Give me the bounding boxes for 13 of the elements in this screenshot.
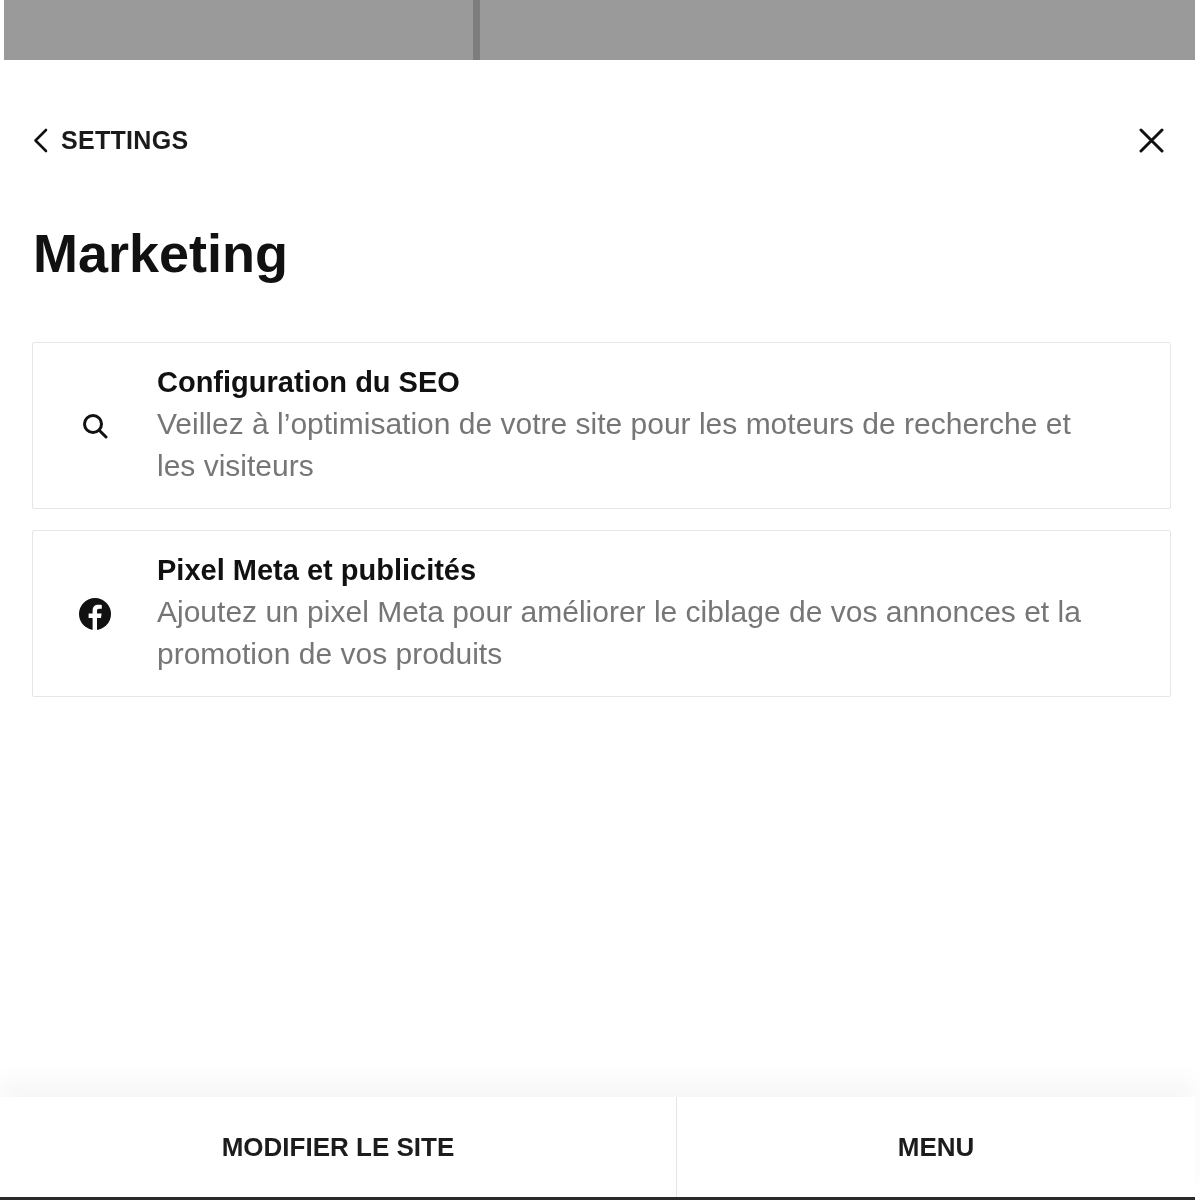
option-title: Pixel Meta et publicités bbox=[157, 552, 478, 587]
option-description: Veillez à l’optimisation de votre site pour les moteurs de recherche et les visiteurs bbox=[157, 405, 1072, 484]
page-title: Marketing bbox=[33, 222, 290, 285]
settings-option-card[interactable]: Configuration du SEO Veillez à l’optimisation de votre site pour les moteurs de recherche et les visiteurs bbox=[32, 341, 1171, 509]
close-icon bbox=[1139, 127, 1164, 153]
search-icon bbox=[82, 412, 108, 439]
back-link[interactable]: SETTINGS bbox=[33, 127, 189, 153]
option-description: Ajoutez un pixel Meta pour améliorer le ciblage de vos annonces et la promotion de vos produits bbox=[157, 593, 1082, 672]
close-button[interactable] bbox=[1139, 127, 1164, 153]
circle-f-logo-icon bbox=[79, 597, 111, 630]
chevron-left-icon bbox=[33, 127, 48, 153]
settings-option-card[interactable]: Pixel Meta et publicités Ajoutez un pixel Meta pour améliorer le ciblage de vos annonces et la promotion de vos produits bbox=[32, 529, 1171, 697]
option-title: Configuration du SEO bbox=[157, 364, 461, 399]
